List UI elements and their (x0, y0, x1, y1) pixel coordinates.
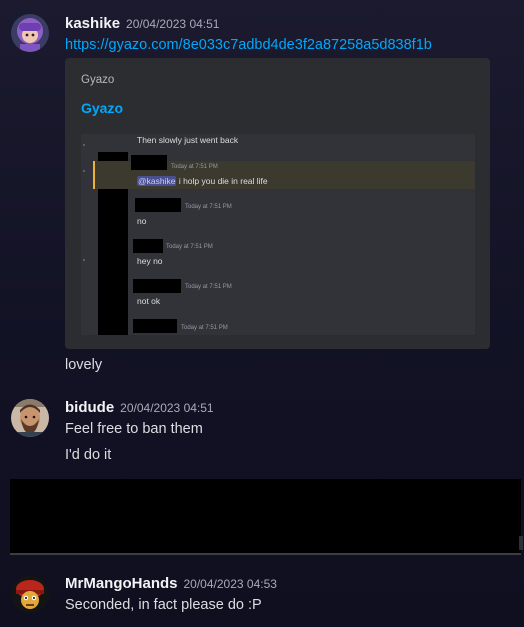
avatar-bearded-man-icon (11, 399, 49, 437)
timestamp: 20/04/2023 04:53 (183, 577, 277, 591)
chat-timestamp: Today at 7:51 PM (171, 164, 218, 170)
chat-timestamp: Today at 7:51 PM (185, 284, 232, 290)
chat-timestamp: Today at 7:51 PM (181, 325, 228, 331)
redaction (133, 279, 181, 293)
timestamp: 20/04/2023 04:51 (120, 401, 214, 415)
author-name[interactable]: kashike (65, 15, 120, 32)
avatar-purple-character-icon (11, 14, 49, 52)
username[interactable]: MrMangoHands 20/04/2023 04:53 (65, 575, 277, 592)
timestamp: 20/04/2023 04:51 (126, 17, 220, 31)
message-link-line: https://gyazo.com/8e033c7adbd4de3f2a8725… (65, 37, 432, 53)
avatar[interactable] (11, 575, 49, 613)
link-embed: Gyazo Gyazo Then slowly just went back T… (65, 58, 490, 349)
embed-title[interactable]: Gyazo (81, 100, 123, 116)
redaction (133, 319, 177, 333)
mention: @kashike (137, 176, 177, 186)
redaction (135, 198, 181, 212)
message-bidude: bidude 20/04/2023 04:51 Feel free to ban … (0, 390, 524, 470)
message-mrmangohands: MrMangoHands 20/04/2023 04:53 Seconded, i… (0, 565, 524, 625)
message-text: lovely (65, 357, 103, 373)
chat-timestamp: Today at 7:51 PM (166, 244, 213, 250)
author-name[interactable]: bidude (65, 399, 114, 416)
username[interactable]: kashike 20/04/2023 04:51 (65, 15, 219, 32)
divider (10, 553, 521, 555)
author-name[interactable]: MrMangoHands (65, 575, 178, 592)
chat-line-rest: i holp you die in real life (176, 176, 268, 186)
message-kashike: kashike 20/04/2023 04:51 https://gyazo.co… (0, 0, 524, 380)
avatar[interactable] (11, 14, 49, 52)
chat-line: not ok (137, 296, 161, 306)
embed-provider[interactable]: Gyazo (81, 74, 114, 86)
redaction (131, 155, 167, 170)
gyazo-link[interactable]: https://gyazo.com/8e033c7adbd4de3f2a8725… (65, 37, 432, 53)
username[interactable]: bidude 20/04/2023 04:51 (65, 399, 214, 416)
avatar-red-hat-character-icon (11, 575, 49, 613)
chat-timestamp: Today at 7:51 PM (185, 204, 232, 210)
scrollbar[interactable] (519, 536, 523, 550)
chat-line: @kashike i holp you die in real life (137, 176, 268, 186)
message-text: I'd do it (65, 447, 112, 463)
chat-line: no (137, 216, 147, 226)
chat-line: Then slowly just went back (137, 135, 239, 145)
embed-image[interactable]: Then slowly just went back Today at 7:51… (81, 134, 475, 335)
avatar[interactable] (11, 399, 49, 437)
chat-line: hey no (137, 256, 163, 266)
redacted-content (10, 479, 521, 553)
redaction (133, 239, 163, 253)
message-text: Seconded, in fact please do :P (65, 597, 262, 613)
message-text: Feel free to ban them (65, 421, 203, 437)
